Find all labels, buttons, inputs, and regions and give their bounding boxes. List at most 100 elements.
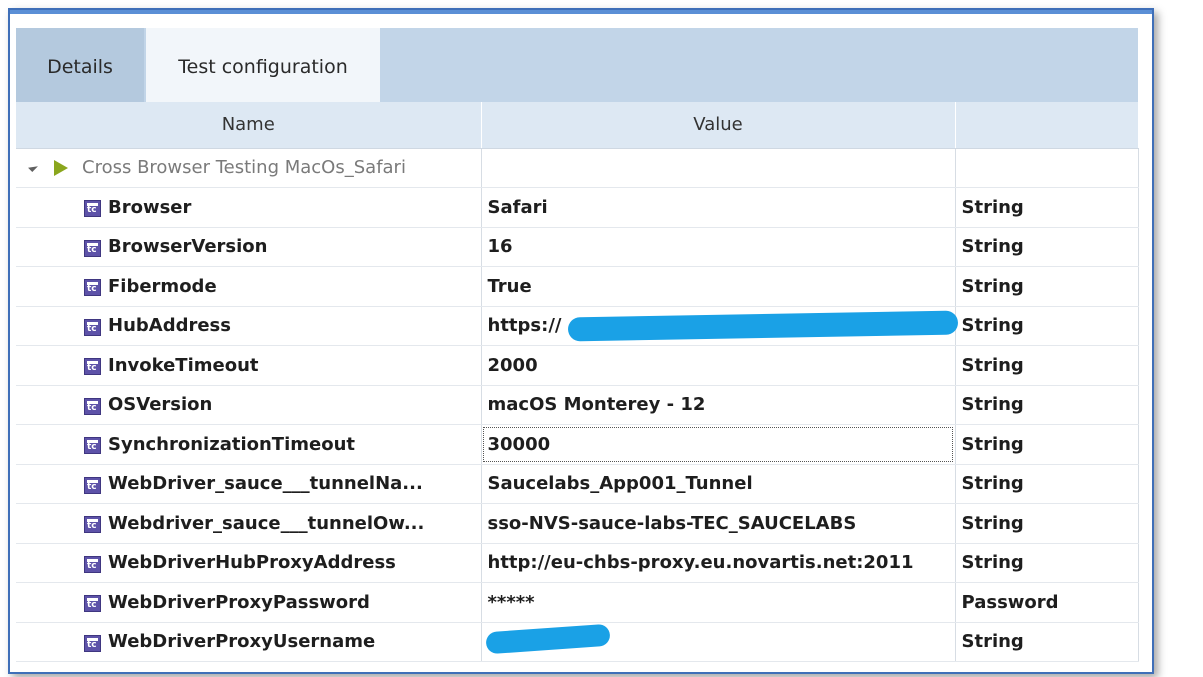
parameter-value-cell[interactable]: 16 xyxy=(481,227,956,267)
parameter-name: HubAddress xyxy=(108,315,231,337)
test-configuration-parameter-icon xyxy=(84,476,101,494)
parameter-type-cell[interactable]: Password xyxy=(955,582,1139,623)
parameter-name: Fibermode xyxy=(108,275,217,297)
test-configuration-parameter-icon xyxy=(84,516,101,533)
parameter-type: String xyxy=(961,275,1024,297)
parameter-value: 2000 xyxy=(487,354,538,376)
parameter-name-cell[interactable]: HubAddress xyxy=(16,306,482,346)
parameter-name: WebDriverHubProxyAddress xyxy=(108,552,396,574)
parameter-name: WebDriverProxyUsername xyxy=(108,631,376,653)
test-configuration-parameter-icon xyxy=(84,279,101,296)
parameter-type-cell[interactable]: String xyxy=(955,622,1139,662)
parameter-row[interactable]: WebDriverHubProxyAddress http://eu-chbs-p… xyxy=(16,543,1139,583)
test-configuration-parameter-icon xyxy=(84,397,101,415)
parameter-type: Password xyxy=(961,591,1059,613)
parameter-row[interactable]: InvokeTimeout 2000 String xyxy=(16,345,1139,386)
parameter-name: SynchronizationTimeout xyxy=(108,433,355,455)
parameter-type-cell[interactable]: String xyxy=(955,187,1139,228)
parameter-row[interactable]: Browser Safari String xyxy=(16,187,1139,228)
parameter-value-cell[interactable]: Safari xyxy=(481,187,956,228)
parameter-value: https:// xyxy=(487,315,562,337)
parameter-row[interactable]: WebDriver_sauce___tunnelNa... Saucelabs_A… xyxy=(16,464,1139,504)
test-configuration-parameter-icon xyxy=(84,200,101,217)
parameter-name-cell[interactable]: Webdriver_sauce___tunnelOw... xyxy=(16,503,482,544)
tab-details[interactable]: Details xyxy=(16,28,144,102)
parameter-type: String xyxy=(961,315,1024,337)
parameter-value: http://eu-chbs-proxy.eu.novartis.net:201… xyxy=(487,552,914,574)
parameter-value: ***** xyxy=(487,591,535,613)
parameter-type-cell[interactable]: String xyxy=(955,227,1139,267)
collapse-arrow-icon[interactable] xyxy=(28,161,38,172)
parameter-value: 16 xyxy=(487,236,513,258)
parameter-name: WebDriverProxyPassword xyxy=(108,591,370,613)
parameter-value-cell[interactable]: ***** xyxy=(481,582,956,623)
parameter-value-cell[interactable]: 30000 xyxy=(481,424,956,465)
parameter-row[interactable]: SynchronizationTimeout 30000 String xyxy=(16,424,1139,465)
group-value-cell xyxy=(481,148,956,188)
parameter-name: OSVersion xyxy=(108,394,213,416)
parameter-row[interactable]: Webdriver_sauce___tunnelOw... sso-NVS-sau… xyxy=(16,503,1139,544)
tab-bar: Details Test configuration xyxy=(16,28,1138,102)
parameter-value: Saucelabs_App001_Tunnel xyxy=(487,473,753,495)
parameter-value: Safari xyxy=(487,196,548,218)
parameter-type: String xyxy=(961,196,1024,218)
parameter-type-cell[interactable]: String xyxy=(955,464,1139,504)
parameter-grid: Name Value Cross Browser Testing MacOs_S… xyxy=(16,102,1139,662)
column-header-type[interactable] xyxy=(955,102,1139,149)
parameter-name-cell[interactable]: WebDriver_sauce___tunnelNa... xyxy=(16,464,482,504)
parameter-type-cell[interactable]: String xyxy=(955,424,1139,465)
parameter-type: String xyxy=(961,512,1024,534)
parameter-name-cell[interactable]: OSVersion xyxy=(16,385,482,425)
parameter-type: String xyxy=(961,354,1024,376)
parameter-value-cell[interactable]: 2000 xyxy=(481,345,956,386)
test-configuration-parameter-icon xyxy=(84,318,101,336)
parameter-type: String xyxy=(961,473,1024,495)
column-header-name[interactable]: Name xyxy=(16,102,482,149)
parameter-type-cell[interactable]: String xyxy=(955,543,1139,583)
parameter-type-cell[interactable]: String xyxy=(955,385,1139,425)
group-row[interactable]: Cross Browser Testing MacOs_Safari xyxy=(16,148,1139,188)
group-type-cell xyxy=(955,148,1139,188)
parameter-row[interactable]: Fibermode True String xyxy=(16,266,1139,307)
parameter-name: WebDriver_sauce___tunnelNa... xyxy=(108,473,423,495)
parameter-name: InvokeTimeout xyxy=(108,354,259,376)
parameter-name-cell[interactable]: BrowserVersion xyxy=(16,227,482,267)
parameter-value-cell[interactable]: sso-NVS-sauce-labs-TEC_SAUCELABS xyxy=(481,503,956,544)
grid-header-row: Name Value xyxy=(16,102,1139,149)
group-name-cell[interactable]: Cross Browser Testing MacOs_Safari xyxy=(16,148,482,188)
parameter-name-cell[interactable]: WebDriverHubProxyAddress xyxy=(16,543,482,583)
parameter-row[interactable]: BrowserVersion 16 String xyxy=(16,227,1139,267)
parameter-name-cell[interactable]: WebDriverProxyUsername xyxy=(16,622,482,662)
parameter-type-cell[interactable]: String xyxy=(955,503,1139,544)
parameter-row[interactable]: WebDriverProxyPassword ***** Password xyxy=(16,582,1139,623)
parameter-value-cell[interactable]: http://eu-chbs-proxy.eu.novartis.net:201… xyxy=(481,543,956,583)
parameter-value-cell[interactable]: macOS Monterey - 12 xyxy=(481,385,956,425)
parameter-name-cell[interactable]: Fibermode xyxy=(16,266,482,307)
parameter-name-cell[interactable]: WebDriverProxyPassword xyxy=(16,582,482,623)
parameter-type: String xyxy=(961,631,1024,653)
tab-test-configuration[interactable]: Test configuration xyxy=(146,28,380,102)
parameter-type: String xyxy=(961,236,1024,258)
parameter-name-cell[interactable]: Browser xyxy=(16,187,482,228)
parameter-type-cell[interactable]: String xyxy=(955,345,1139,386)
parameter-name: Browser xyxy=(108,196,192,218)
test-configuration-parameter-icon xyxy=(84,555,101,573)
parameter-value: macOS Monterey - 12 xyxy=(487,394,706,416)
parameter-type: String xyxy=(961,433,1024,455)
parameter-type-cell[interactable]: String xyxy=(955,266,1139,307)
parameter-type: String xyxy=(961,394,1024,416)
parameter-name: Webdriver_sauce___tunnelOw... xyxy=(108,512,425,534)
column-header-value[interactable]: Value xyxy=(481,102,956,149)
parameter-value-cell[interactable]: True xyxy=(481,266,956,307)
test-configuration-parameter-icon xyxy=(84,634,101,652)
parameter-value: True xyxy=(487,275,532,297)
parameter-type-cell[interactable]: String xyxy=(955,306,1139,346)
group-label: Cross Browser Testing MacOs_Safari xyxy=(82,157,406,179)
parameter-row[interactable]: OSVersion macOS Monterey - 12 String xyxy=(16,385,1139,425)
parameter-name-cell[interactable]: SynchronizationTimeout xyxy=(16,424,482,465)
test-configuration-parameter-icon xyxy=(84,239,101,257)
test-configuration-parameter-icon xyxy=(84,595,101,612)
window-top-border xyxy=(10,10,1152,14)
parameter-name-cell[interactable]: InvokeTimeout xyxy=(16,345,482,386)
parameter-value-cell[interactable]: Saucelabs_App001_Tunnel xyxy=(481,464,956,504)
